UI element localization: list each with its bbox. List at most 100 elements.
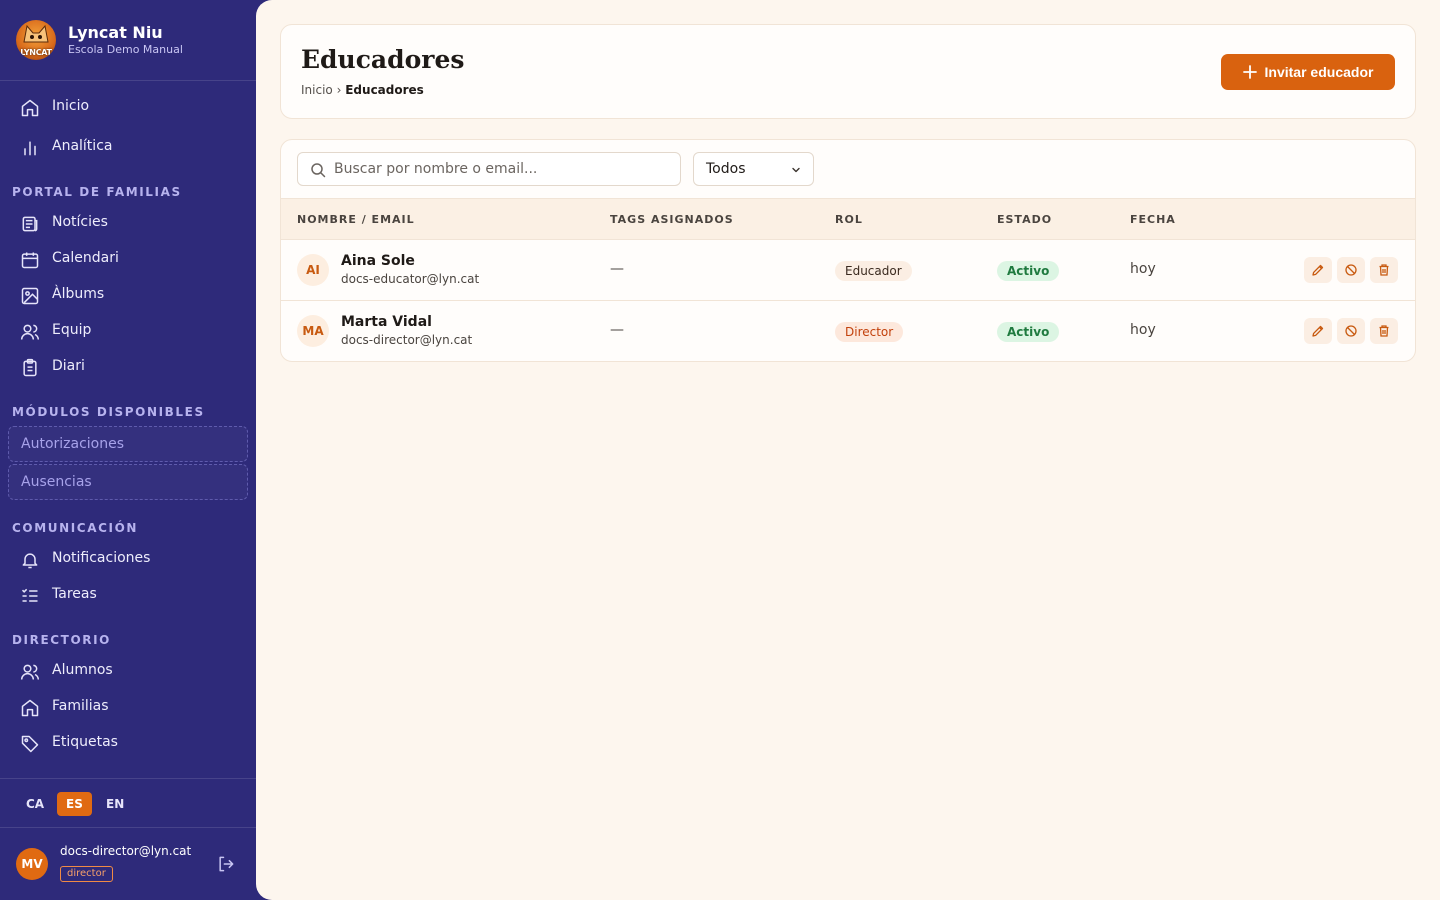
search-input[interactable] — [334, 153, 674, 185]
module-item-ausencias[interactable]: Ausencias — [8, 464, 248, 500]
educator-email: docs-educator@lyn.cat — [341, 272, 480, 286]
status-filter-value: Todos — [706, 161, 746, 177]
clipboard-icon — [23, 358, 37, 377]
sidebar-item-diari[interactable]: Diari — [8, 350, 248, 384]
educator-date: hoy — [1130, 261, 1156, 277]
educator-name: Aina Sole — [341, 253, 415, 269]
educator-email: docs-director@lyn.cat — [341, 333, 473, 347]
invite-educator-label: Invitar educador — [1264, 64, 1374, 80]
page-title: Educadores — [301, 45, 465, 74]
user-profile: MV docs-director@lyn.cat director — [0, 828, 256, 900]
avatar: MA — [297, 315, 329, 347]
trash-icon — [1379, 264, 1389, 276]
ban-icon — [1345, 325, 1357, 337]
sidebar-item-label: Tareas — [52, 586, 97, 602]
users-icon — [20, 664, 40, 680]
sidebar-item-alumnos[interactable]: Alumnos — [8, 654, 248, 688]
section-title-portal: PORTAL DE FAMILIAS — [12, 185, 182, 199]
edit-button[interactable] — [1304, 257, 1332, 283]
educator-name: Marta Vidal — [341, 314, 432, 330]
module-item-label: Autorizaciones — [21, 436, 125, 452]
sidebar-item-label: Notícies — [52, 214, 108, 230]
sidebar-item-label: Notificaciones — [52, 550, 151, 566]
delete-button[interactable] — [1370, 257, 1398, 283]
sidebar-item-label: Alumnos — [52, 662, 113, 678]
sidebar-item-tareas[interactable]: Tareas — [8, 578, 248, 612]
educator-date: hoy — [1130, 322, 1156, 338]
col-header-tags[interactable]: TAGS ASIGNADOS — [610, 213, 734, 226]
table-row[interactable]: MA Marta Vidal docs-director@lyn.cat — D… — [281, 301, 1415, 361]
main-content: Educadores Inicio › Educadores Invitar e… — [256, 0, 1440, 900]
sidebar-item-label: Familias — [52, 698, 109, 714]
sidebar-item-equip[interactable]: Equip — [8, 314, 248, 348]
cat-face-icon — [23, 24, 49, 43]
sidebar-item-etiquetas[interactable]: Etiquetas — [8, 726, 248, 760]
sidebar-item-label: Equip — [52, 322, 92, 338]
trash-icon — [1379, 325, 1389, 337]
lang-en-button[interactable]: EN — [97, 792, 133, 816]
deactivate-button[interactable] — [1337, 257, 1365, 283]
search-box — [297, 152, 681, 186]
educator-tags: — — [610, 261, 624, 277]
breadcrumb-current: Educadores — [345, 83, 424, 97]
lang-es-button[interactable]: ES — [57, 792, 92, 816]
image-icon — [21, 287, 39, 305]
home-icon — [21, 699, 39, 717]
sidebar-item-analitica[interactable]: Analítica — [8, 130, 248, 164]
educator-tags: — — [610, 322, 624, 338]
sidebar-item-albums[interactable]: Àlbums — [8, 278, 248, 312]
page-header: Educadores Inicio › Educadores Invitar e… — [280, 24, 1416, 119]
bell-icon — [22, 553, 38, 569]
bar-chart-icon — [24, 141, 36, 156]
sidebar-item-notificaciones[interactable]: Notificaciones — [8, 542, 248, 576]
sidebar-item-noticies[interactable]: Notícies — [8, 206, 248, 240]
role-badge: Director — [835, 322, 904, 342]
col-header-role[interactable]: ROL — [835, 213, 863, 226]
lyncat-logo[interactable]: LYNCAT — [16, 20, 56, 60]
sidebar-item-label: Àlbums — [52, 286, 105, 302]
calendar-icon — [21, 252, 39, 269]
sidebar-item-label: Diari — [52, 358, 85, 374]
brand-header: LYNCAT Lyncat Niu Escola Demo Manual — [0, 0, 256, 81]
col-header-status[interactable]: ESTADO — [997, 213, 1052, 226]
tag-icon — [21, 735, 39, 753]
sidebar-item-label: Etiquetas — [52, 734, 118, 750]
table-row[interactable]: AI Aina Sole docs-educator@lyn.cat — Edu… — [281, 240, 1415, 301]
module-item-autorizaciones[interactable]: Autorizaciones — [8, 426, 248, 462]
educators-table-card: Todos NOMBRE / EMAIL TAGS ASIGNADOS ROL … — [280, 139, 1416, 362]
sidebar-item-label: Calendari — [52, 250, 119, 266]
sidebar-item-familias[interactable]: Familias — [8, 690, 248, 724]
school-name: Escola Demo Manual — [68, 43, 183, 56]
sidebar-item-inicio[interactable]: Inicio — [8, 90, 248, 124]
edit-button[interactable] — [1304, 318, 1332, 344]
breadcrumb-separator: › — [336, 83, 342, 97]
newspaper-icon — [22, 216, 38, 232]
ban-icon — [1345, 264, 1357, 276]
section-title-modulos: MÓDULOS DISPONIBLES — [12, 405, 205, 419]
deactivate-button[interactable] — [1337, 318, 1365, 344]
status-filter-select[interactable]: Todos — [693, 152, 814, 186]
sidebar-item-label: Inicio — [52, 98, 90, 114]
invite-educator-button[interactable]: Invitar educador — [1221, 54, 1395, 90]
list-check-icon — [21, 588, 38, 602]
status-badge: Activo — [997, 322, 1060, 342]
breadcrumb-home[interactable]: Inicio — [301, 83, 333, 97]
lang-ca-button[interactable]: CA — [17, 792, 53, 816]
col-header-name[interactable]: NOMBRE / EMAIL — [297, 213, 415, 226]
users-icon — [20, 324, 40, 340]
breadcrumb: Inicio › Educadores — [301, 83, 424, 97]
sidebar-item-calendari[interactable]: Calendari — [8, 242, 248, 276]
chevron-down-icon — [792, 167, 800, 173]
pencil-icon — [1312, 325, 1324, 337]
avatar[interactable]: MV — [16, 848, 48, 880]
school-app-title: Lyncat Niu — [68, 23, 163, 42]
section-title-comunicacion: COMUNICACIÓN — [12, 521, 139, 535]
status-badge: Activo — [997, 261, 1060, 281]
delete-button[interactable] — [1370, 318, 1398, 344]
user-role-badge: director — [60, 866, 113, 882]
col-header-date[interactable]: FECHA — [1130, 213, 1176, 226]
sidebar: LYNCAT Lyncat Niu Escola Demo Manual Ini… — [0, 0, 256, 900]
sidebar-item-label: Analítica — [52, 138, 113, 154]
logout-icon[interactable] — [216, 854, 236, 874]
pencil-icon — [1312, 264, 1324, 276]
